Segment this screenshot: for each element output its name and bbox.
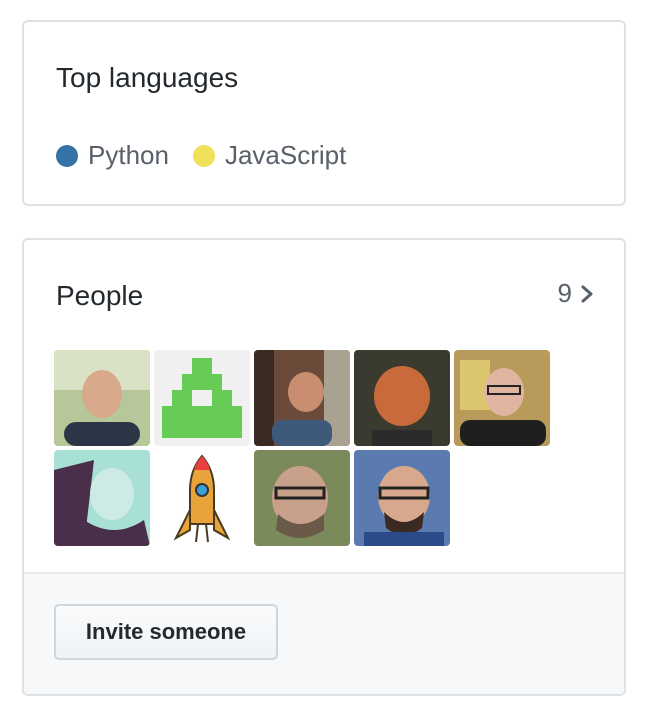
avatar[interactable] xyxy=(254,350,350,446)
people-footer: Invite someone xyxy=(24,572,624,694)
avatar[interactable] xyxy=(154,350,250,446)
python-color-dot xyxy=(56,144,78,167)
avatar[interactable] xyxy=(54,350,150,446)
language-list: Python JavaScript xyxy=(56,140,370,171)
language-name: Python xyxy=(88,140,169,170)
javascript-color-dot xyxy=(192,144,215,167)
language-item-python[interactable]: Python xyxy=(56,140,169,171)
top-languages-panel: Top languages Python JavaScript xyxy=(22,20,626,206)
avatar[interactable] xyxy=(254,450,350,546)
people-count-link[interactable]: 9 xyxy=(558,278,594,309)
chevron-right-icon xyxy=(581,285,593,302)
top-languages-title: Top languages xyxy=(56,62,239,93)
language-name: JavaScript xyxy=(224,140,347,170)
avatar[interactable] xyxy=(454,350,550,446)
people-panel: People 9 Invite someone xyxy=(22,238,626,696)
avatar[interactable] xyxy=(354,450,450,546)
people-avatar-grid xyxy=(54,350,554,546)
invite-someone-button[interactable]: Invite someone xyxy=(54,604,278,660)
people-title: People xyxy=(56,280,144,311)
language-item-javascript[interactable]: JavaScript xyxy=(192,140,347,171)
avatar[interactable] xyxy=(154,450,250,546)
avatar[interactable] xyxy=(54,450,150,546)
avatar[interactable] xyxy=(354,350,450,446)
people-count: 9 xyxy=(557,278,572,308)
